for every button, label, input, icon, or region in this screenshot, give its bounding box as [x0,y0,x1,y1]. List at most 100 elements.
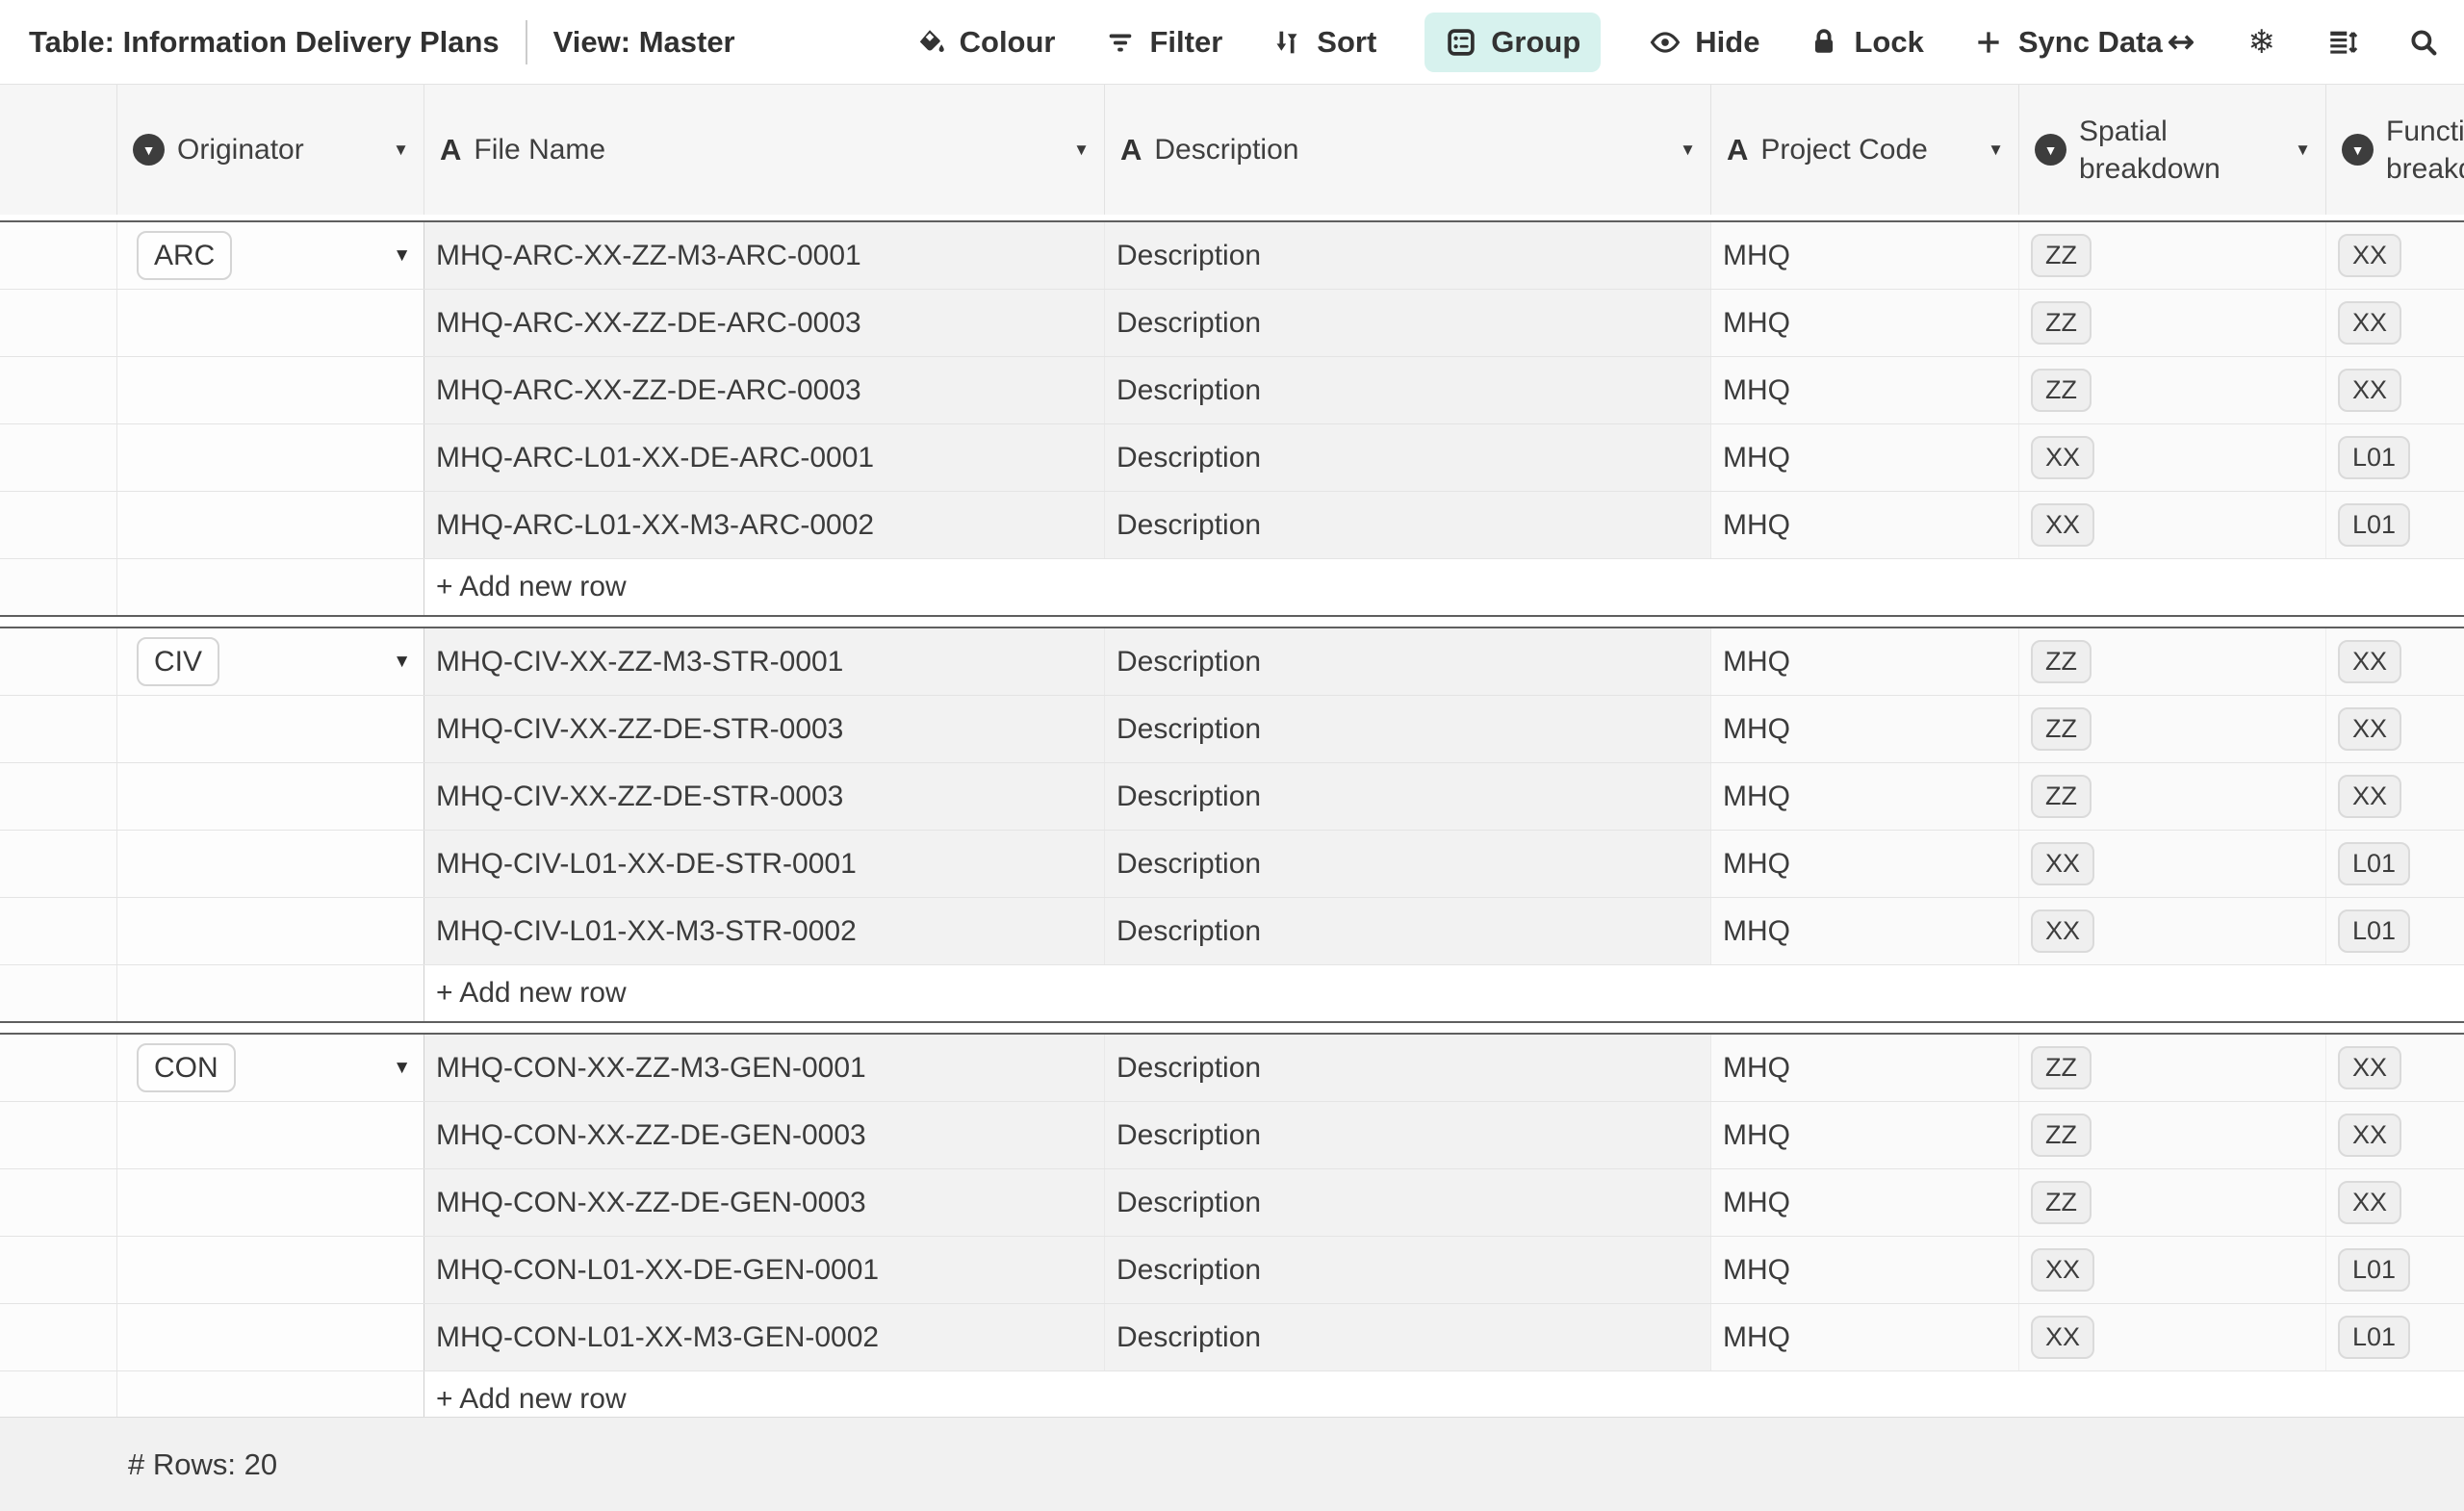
description-cell[interactable]: Description [1105,1102,1711,1168]
row-gutter[interactable] [0,1102,117,1168]
originator-cell[interactable] [117,424,424,491]
group-value-pill[interactable]: CIV [137,637,219,687]
functional-breakdown-cell[interactable]: L01 [2326,1237,2464,1303]
group-value-pill[interactable]: ARC [137,231,232,281]
originator-cell[interactable] [117,1102,424,1168]
row-gutter[interactable] [0,290,117,356]
column-menu-caret[interactable]: ▼ [1988,141,2004,160]
project-code-cell[interactable]: MHQ [1711,222,2019,289]
description-cell[interactable]: Description [1105,424,1711,491]
file-name-cell[interactable]: MHQ-ARC-XX-ZZ-DE-ARC-0003 [424,290,1105,356]
colour-button[interactable]: Colour [913,25,1056,60]
column-header-spatial-breakdown[interactable]: ▼ Spatial breakdown ▼ [2019,85,2326,215]
project-code-cell[interactable]: MHQ [1711,696,2019,762]
project-code-cell[interactable]: MHQ [1711,1237,2019,1303]
project-code-cell[interactable]: MHQ [1711,1304,2019,1370]
originator-cell[interactable] [117,290,424,356]
row-gutter[interactable] [0,696,117,762]
file-name-cell[interactable]: MHQ-CON-L01-XX-DE-GEN-0001 [424,1237,1105,1303]
project-code-cell[interactable]: MHQ [1711,492,2019,558]
originator-cell[interactable] [117,357,424,423]
originator-cell[interactable] [117,1169,424,1236]
project-code-cell[interactable]: MHQ [1711,1169,2019,1236]
row-gutter[interactable] [0,1237,117,1303]
spatial-breakdown-cell[interactable]: ZZ [2019,1035,2326,1101]
add-new-row[interactable]: + Add new row [0,559,2464,615]
description-cell[interactable]: Description [1105,1035,1711,1101]
spatial-breakdown-cell[interactable]: ZZ [2019,222,2326,289]
add-new-row[interactable]: + Add new row [0,965,2464,1021]
hide-button[interactable]: Hide [1649,25,1759,60]
spatial-breakdown-cell[interactable]: ZZ [2019,357,2326,423]
originator-cell[interactable] [117,898,424,964]
file-name-cell[interactable]: MHQ-ARC-L01-XX-DE-ARC-0001 [424,424,1105,491]
spatial-breakdown-cell[interactable]: XX [2019,898,2326,964]
project-code-cell[interactable]: MHQ [1711,763,2019,830]
originator-cell[interactable] [117,1304,424,1370]
spatial-breakdown-cell[interactable]: ZZ [2019,763,2326,830]
add-new-row-label[interactable]: + Add new row [424,559,2464,615]
filter-button[interactable]: Filter [1104,25,1223,60]
column-menu-caret[interactable]: ▼ [393,141,409,160]
file-name-cell[interactable]: MHQ-CON-XX-ZZ-M3-GEN-0001 [424,1035,1105,1101]
description-cell[interactable]: Description [1105,1304,1711,1370]
spatial-breakdown-cell[interactable]: XX [2019,1237,2326,1303]
column-header-functional-breakdown[interactable]: ▼ Functional breakdown [2326,85,2464,215]
description-cell[interactable]: Description [1105,898,1711,964]
add-new-row-label[interactable]: + Add new row [424,965,2464,1021]
spatial-breakdown-cell[interactable]: XX [2019,831,2326,897]
functional-breakdown-cell[interactable]: XX [2326,696,2464,762]
row-gutter[interactable] [0,1035,117,1101]
description-cell[interactable]: Description [1105,628,1711,695]
functional-breakdown-cell[interactable]: XX [2326,1102,2464,1168]
group-collapse-caret[interactable]: ▼ [393,1058,411,1079]
project-code-cell[interactable]: MHQ [1711,898,2019,964]
description-cell[interactable]: Description [1105,831,1711,897]
row-gutter[interactable] [0,628,117,695]
functional-breakdown-cell[interactable]: L01 [2326,1304,2464,1370]
file-name-cell[interactable]: MHQ-CIV-XX-ZZ-DE-STR-0003 [424,763,1105,830]
row-gutter[interactable] [0,1169,117,1236]
project-code-cell[interactable]: MHQ [1711,424,2019,491]
originator-cell[interactable] [117,831,424,897]
file-name-cell[interactable]: MHQ-CIV-L01-XX-DE-STR-0001 [424,831,1105,897]
row-gutter[interactable] [0,222,117,289]
row-gutter[interactable] [0,424,117,491]
spatial-breakdown-cell[interactable]: ZZ [2019,1169,2326,1236]
project-code-cell[interactable]: MHQ [1711,628,2019,695]
spatial-breakdown-cell[interactable]: XX [2019,1304,2326,1370]
column-header-description[interactable]: A Description ▼ [1105,85,1711,215]
project-code-cell[interactable]: MHQ [1711,357,2019,423]
description-cell[interactable]: Description [1105,222,1711,289]
file-name-cell[interactable]: MHQ-ARC-XX-ZZ-DE-ARC-0003 [424,357,1105,423]
spatial-breakdown-cell[interactable]: ZZ [2019,1102,2326,1168]
file-name-cell[interactable]: MHQ-CIV-XX-ZZ-M3-STR-0001 [424,628,1105,695]
project-code-cell[interactable]: MHQ [1711,1035,2019,1101]
description-cell[interactable]: Description [1105,763,1711,830]
originator-cell[interactable] [117,696,424,762]
functional-breakdown-cell[interactable]: L01 [2326,898,2464,964]
project-code-cell[interactable]: MHQ [1711,831,2019,897]
file-name-cell[interactable]: MHQ-CON-L01-XX-M3-GEN-0002 [424,1304,1105,1370]
originator-cell[interactable] [117,1237,424,1303]
column-menu-caret[interactable]: ▼ [1073,141,1090,160]
column-menu-caret[interactable]: ▼ [1680,141,1696,160]
project-code-cell[interactable]: MHQ [1711,1102,2019,1168]
description-cell[interactable]: Description [1105,357,1711,423]
file-name-cell[interactable]: MHQ-ARC-L01-XX-M3-ARC-0002 [424,492,1105,558]
originator-cell[interactable]: CON▼ [117,1035,424,1101]
group-button[interactable]: Group [1424,13,1601,72]
originator-cell[interactable] [117,763,424,830]
description-cell[interactable]: Description [1105,492,1711,558]
functional-breakdown-cell[interactable]: XX [2326,1169,2464,1236]
functional-breakdown-cell[interactable]: XX [2326,763,2464,830]
spatial-breakdown-cell[interactable]: ZZ [2019,290,2326,356]
file-name-cell[interactable]: MHQ-CON-XX-ZZ-DE-GEN-0003 [424,1169,1105,1236]
sort-button[interactable]: Sort [1270,25,1376,60]
group-collapse-caret[interactable]: ▼ [393,245,411,267]
freeze-button[interactable]: ❄ [2244,24,2280,61]
originator-cell[interactable]: ARC ▼ [117,222,424,289]
lock-button[interactable]: Lock [1808,25,1923,60]
originator-cell[interactable] [117,492,424,558]
file-name-cell[interactable]: MHQ-ARC-XX-ZZ-M3-ARC-0001 [424,222,1105,289]
